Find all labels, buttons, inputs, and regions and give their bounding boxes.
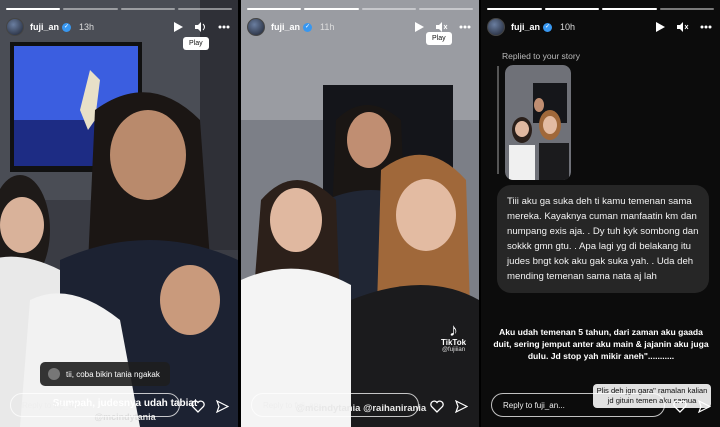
speaker-icon[interactable] (195, 21, 207, 33)
story-progress (6, 8, 232, 10)
heart-icon[interactable] (430, 400, 444, 413)
reply-input[interactable]: Reply to fuji_an... (10, 393, 180, 417)
tiktok-label: TikTok (441, 338, 467, 347)
verified-badge-icon: ✓ (543, 22, 553, 32)
more-dots-icon[interactable] (459, 21, 471, 33)
story-photo (241, 0, 479, 427)
avatar[interactable] (487, 18, 505, 36)
story-header: fuji_an ✓ 13h (6, 16, 230, 38)
play-icon[interactable] (654, 21, 666, 33)
send-icon[interactable] (698, 400, 711, 413)
story-progress (247, 8, 473, 10)
play-tooltip: Play (426, 32, 452, 45)
stories-viewer: fuji_an ✓ 13h Play tii, coba bikin tania… (0, 0, 720, 427)
question-sticker: tii, coba bikin tania ngakak (40, 362, 170, 386)
question-avatar (48, 368, 60, 380)
story-time: 10h (560, 22, 576, 32)
username[interactable]: fuji_an (30, 22, 59, 32)
more-dots-icon[interactable] (700, 21, 712, 33)
replied-story-thumbnail[interactable] (505, 65, 571, 180)
avatar[interactable] (6, 18, 24, 36)
story-panel-3[interactable]: fuji_an ✓ 10h Replied to your story Tiii… (481, 0, 720, 427)
story-panel-2[interactable]: fuji_an ✓ 11h Play ♪ TikTok @fujiiian @m… (241, 0, 479, 427)
tiktok-logo-icon: ♪ (449, 320, 459, 340)
response-text: Aku udah temenan 5 tahun, dari zaman aku… (493, 327, 709, 361)
reply-quote-bar (497, 66, 499, 174)
story-progress (487, 8, 714, 10)
replied-label: Replied to your story (502, 51, 580, 61)
tiktok-watermark: ♪ TikTok @fujiiian (441, 320, 467, 353)
reply-input[interactable]: Reply to fuji_an... (251, 393, 419, 417)
send-icon[interactable] (216, 400, 229, 413)
reply-input[interactable]: Reply to fuji_an... (491, 393, 665, 417)
question-text: tii, coba bikin tania ngakak (66, 369, 160, 379)
play-icon[interactable] (413, 21, 425, 33)
username[interactable]: fuji_an (511, 22, 540, 32)
story-time: 11h (320, 22, 335, 32)
verified-badge-icon: ✓ (303, 22, 313, 32)
username[interactable]: fuji_an (271, 22, 300, 32)
play-icon[interactable] (172, 21, 184, 33)
story-time: 13h (79, 22, 95, 32)
avatar[interactable] (247, 18, 265, 36)
play-tooltip: Play (183, 37, 209, 50)
message-bubble: Tiii aku ga suka deh ti kamu temenan sam… (497, 185, 709, 293)
send-icon[interactable] (455, 400, 468, 413)
more-dots-icon[interactable] (218, 21, 230, 33)
story-panel-1[interactable]: fuji_an ✓ 13h Play tii, coba bikin tania… (0, 0, 238, 427)
story-header: fuji_an ✓ 10h (487, 16, 712, 38)
heart-icon[interactable] (191, 400, 205, 413)
verified-badge-icon: ✓ (62, 22, 72, 32)
heart-icon[interactable] (673, 400, 687, 413)
tiktok-handle: @fujiiian (441, 347, 466, 353)
speaker-mute-icon[interactable] (677, 21, 689, 33)
